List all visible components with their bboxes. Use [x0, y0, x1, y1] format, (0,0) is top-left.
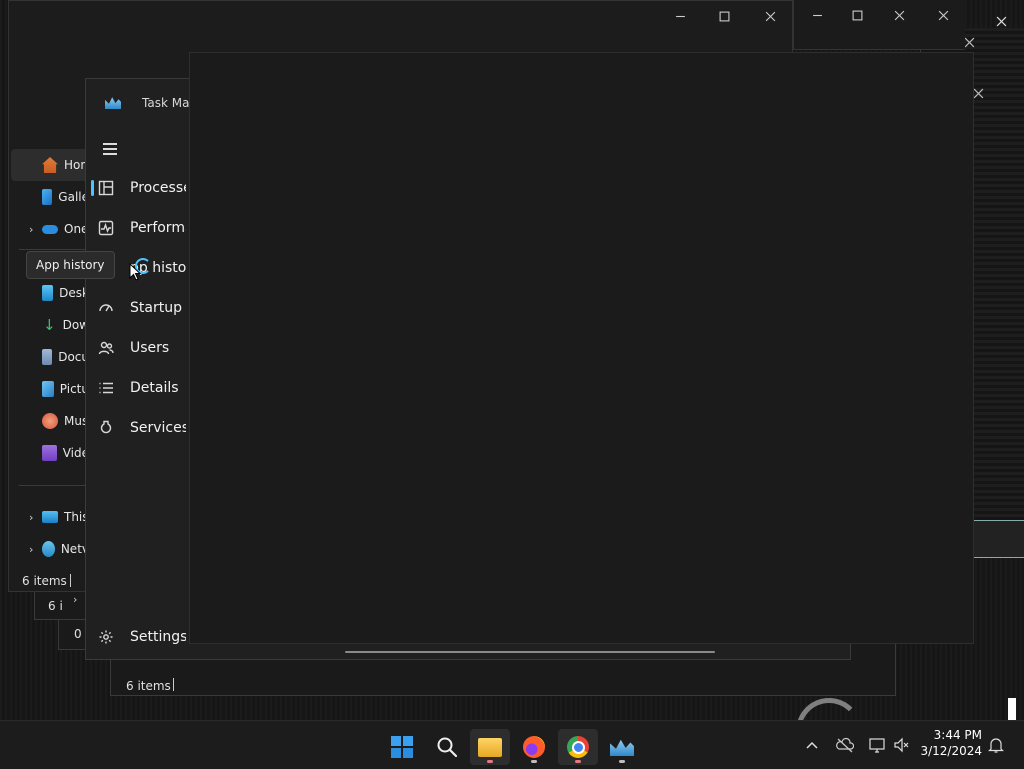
firefox-taskbar-button[interactable] — [514, 729, 554, 765]
chevron-right-icon[interactable]: › — [29, 511, 33, 524]
horizontal-scrollbar[interactable] — [345, 651, 715, 653]
status-divider — [173, 678, 174, 691]
bell-icon — [988, 738, 1004, 753]
search-icon — [437, 737, 458, 758]
task-manager-content-pane — [189, 52, 974, 644]
tab-processes[interactable]: Processes — [86, 168, 186, 208]
settings-label: Settings — [130, 629, 186, 645]
show-hidden-icons-button[interactable] — [802, 735, 822, 755]
status-divider — [70, 574, 71, 587]
close-button[interactable] — [978, 6, 1024, 36]
network-tray-icon[interactable] — [868, 736, 886, 754]
chevron-up-icon — [806, 741, 818, 749]
desktop-decoration — [1008, 698, 1016, 720]
tab-label: Details — [130, 380, 179, 396]
clock[interactable]: 3:44 PM 3/12/2024 — [918, 727, 982, 759]
gallery-icon — [42, 189, 53, 205]
task-manager-icon — [610, 739, 634, 756]
maximize-button[interactable] — [701, 1, 747, 31]
clock-date: 3/12/2024 — [920, 744, 982, 758]
running-indicator — [575, 760, 581, 763]
services-icon — [98, 420, 114, 436]
folder-icon — [478, 737, 502, 757]
tab-details[interactable]: Details — [86, 368, 186, 408]
sidebar-item-network[interactable]: › Netv — [9, 533, 89, 565]
start-button[interactable] — [382, 729, 422, 765]
hamburger-menu-icon[interactable] — [103, 142, 117, 155]
sidebar-item-onedrive[interactable]: › One — [9, 213, 89, 245]
chrome-taskbar-button[interactable] — [558, 729, 598, 765]
sidebar-item-music[interactable]: Mus — [9, 405, 89, 437]
sidebar-divider — [19, 485, 89, 486]
performance-icon — [98, 220, 114, 236]
close-button[interactable] — [747, 1, 793, 31]
sidebar-item-documents[interactable]: Docu — [9, 341, 89, 373]
sidebar-item-desktop[interactable]: Desk — [9, 277, 89, 309]
tab-services[interactable]: Services — [86, 408, 186, 448]
mouse-cursor-icon — [129, 263, 141, 281]
downloads-icon: ↓ — [43, 316, 56, 334]
tab-startup-apps[interactable]: Startup a — [86, 288, 186, 328]
gear-icon — [98, 629, 114, 645]
tab-label: Processes — [130, 180, 186, 196]
windows-logo-icon — [391, 736, 413, 758]
processes-icon — [98, 180, 114, 196]
sidebar-divider — [19, 249, 89, 250]
tab-label: Startup a — [130, 300, 186, 316]
firefox-icon — [523, 736, 545, 758]
tooltip: App history — [26, 251, 115, 279]
onedrive-tray-icon[interactable] — [836, 737, 855, 753]
sidebar-item-gallery[interactable]: Galle — [9, 181, 89, 213]
sidebar-item-this-pc[interactable]: › This — [9, 501, 89, 533]
sidebar-item-videos[interactable]: Vide — [9, 437, 89, 469]
status-items-count: 6 i — [48, 599, 63, 613]
volume-muted-icon[interactable] — [893, 736, 911, 754]
maximize-button[interactable] — [834, 0, 880, 30]
pictures-icon — [42, 381, 54, 397]
tab-users[interactable]: Users — [86, 328, 186, 368]
task-manager-taskbar-button[interactable] — [602, 729, 642, 765]
minimize-button[interactable] — [657, 1, 703, 31]
sidebar-item-pictures[interactable]: Pictu — [9, 373, 89, 405]
running-indicator — [531, 760, 537, 763]
taskbar: 3:44 PM 3/12/2024 — [0, 720, 1024, 769]
tooltip-text: App history — [36, 258, 105, 272]
close-button[interactable] — [876, 0, 922, 30]
status-items-count: 6 items — [126, 679, 171, 693]
tab-performance[interactable]: Performa — [86, 208, 186, 248]
documents-icon — [42, 349, 53, 365]
explorer-sidebar: Hon Galle › One Desk ↓ Dow Docu Pictu Mu… — [9, 149, 91, 569]
onedrive-icon — [42, 224, 58, 234]
sidebar-item-downloads[interactable]: ↓ Dow — [9, 309, 89, 341]
chevron-right-icon[interactable]: › — [73, 593, 77, 606]
clock-time: 3:44 PM — [933, 728, 982, 742]
tab-label: Users — [130, 340, 170, 356]
task-manager-app-icon — [105, 97, 121, 109]
background-window-titlebar — [793, 0, 965, 50]
music-icon — [42, 413, 58, 429]
search-button[interactable] — [427, 729, 467, 765]
status-items-count: 6 items — [22, 574, 67, 588]
tab-label: Services — [130, 420, 186, 436]
videos-icon — [42, 445, 57, 461]
close-button[interactable] — [920, 0, 966, 30]
home-icon — [42, 157, 58, 173]
settings-button[interactable]: Settings — [86, 617, 186, 657]
running-indicator — [619, 760, 625, 763]
chrome-icon — [567, 736, 589, 758]
network-icon — [42, 541, 55, 557]
running-indicator — [487, 760, 493, 763]
desktop-icon — [42, 285, 54, 301]
chevron-right-icon[interactable]: › — [29, 223, 33, 236]
startup-apps-icon — [98, 300, 114, 316]
sidebar-item-home[interactable]: Hon — [11, 149, 91, 181]
users-icon — [98, 340, 114, 356]
chevron-right-icon[interactable]: › — [29, 543, 33, 556]
this-pc-icon — [42, 511, 58, 523]
details-icon — [98, 380, 114, 396]
notifications-button[interactable] — [987, 736, 1005, 754]
tab-label: Performa — [130, 220, 186, 236]
file-explorer-taskbar-button[interactable] — [470, 729, 510, 765]
